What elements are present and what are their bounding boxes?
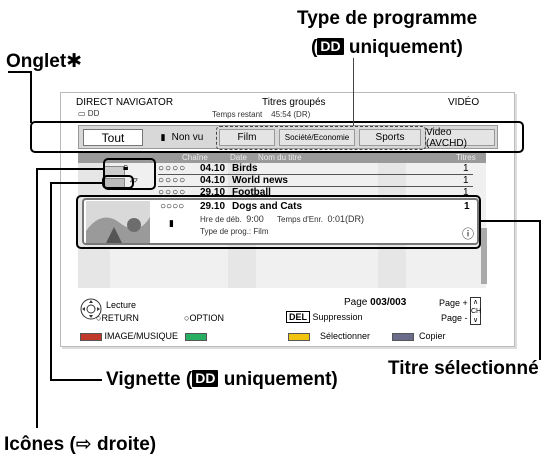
program-type-callout-line2: (DD uniquement): [311, 37, 463, 59]
col-name: Nom du titre: [258, 153, 302, 162]
col-channel: Chaîne: [182, 153, 208, 162]
program-type-leader: [353, 58, 354, 126]
thumbnail-callout: Vignette (DD uniquement): [106, 369, 338, 391]
ch-button[interactable]: ∧ CH ∨: [470, 297, 481, 325]
icons-leader-v: [36, 168, 38, 428]
row-name: World news: [232, 175, 288, 186]
copy-hint[interactable]: Copier: [392, 331, 446, 341]
col-titles: Titres: [456, 153, 476, 162]
media-label: VIDÉO: [448, 97, 480, 108]
page-minus[interactable]: Page -: [441, 313, 468, 323]
ch-label: CH: [471, 308, 482, 315]
tab-leader-h: [8, 71, 32, 73]
play-hint: Lecture: [106, 300, 137, 310]
row-channel: ○○○○: [158, 163, 187, 174]
row-name: Birds: [232, 163, 258, 174]
return-label: RETURN: [101, 313, 139, 323]
page-indicator: Page 003/003: [344, 297, 406, 308]
remaining-label: Temps restant: [212, 110, 263, 119]
row-channel: ○○○○: [158, 175, 187, 186]
table-row[interactable]: ○○○○ 04.10 World news 1: [158, 175, 473, 187]
row-count: 1: [463, 163, 469, 174]
select-hint[interactable]: Sélectionner: [288, 331, 370, 341]
selected-leader-v: [539, 220, 541, 360]
thumbnail-leader-end: [50, 379, 102, 381]
copy-label: Copier: [419, 331, 446, 341]
option-label: OPTION: [189, 313, 224, 323]
row-date: 04.10: [200, 175, 226, 186]
program-type-frame: [216, 126, 426, 150]
row-date: 04.10: [200, 163, 226, 174]
program-type-title: Type de programme: [297, 8, 478, 29]
tab-leader: [30, 71, 32, 123]
return-hint[interactable]: ○RETURN: [96, 313, 139, 323]
selected-title-callout: Titre sélectionné: [388, 358, 539, 379]
row-count: 1: [463, 175, 469, 186]
thumbnail-prefix: Vignette (: [106, 369, 193, 390]
image-music-label: IMAGE/MUSIQUE: [104, 331, 179, 341]
tab-callout: Onglet✱: [6, 51, 83, 72]
thumbnail-suffix: uniquement): [218, 369, 338, 390]
chevron-down-icon: ∨: [472, 317, 479, 324]
thumbnail-frame: [102, 175, 134, 189]
dd-badge: DD: [192, 370, 219, 387]
thumbnail-leader-h: [50, 182, 103, 184]
selected-leader-h: [479, 220, 541, 222]
del-key: DEL: [286, 311, 310, 323]
view-title: Titres groupés: [262, 97, 326, 108]
icons-leader-h: [36, 168, 104, 170]
option-hint[interactable]: ○OPTION: [184, 313, 224, 323]
delete-label: Suppression: [312, 312, 363, 322]
thumbnail-leader-v: [50, 182, 52, 381]
chevron-up-icon: ∧: [472, 299, 479, 306]
blue-button-icon: [392, 332, 414, 341]
drive-icon: ▭: [78, 109, 86, 118]
image-music-hint[interactable]: IMAGE/MUSIQUE: [80, 331, 207, 341]
page-plus[interactable]: Page +: [439, 298, 468, 308]
red-button-icon: [80, 332, 102, 341]
app-title: DIRECT NAVIGATOR: [76, 97, 174, 108]
delete-hint[interactable]: DEL Suppression: [286, 311, 363, 323]
yellow-button-icon: [288, 332, 310, 341]
drive-label: ▭ DD: [78, 109, 99, 118]
selected-frame: [76, 195, 481, 249]
select-label: Sélectionner: [320, 331, 371, 341]
page-value: 003/003: [370, 297, 407, 308]
program-type-suffix: uniquement): [343, 37, 463, 58]
icons-callout: Icônes (⇨ droite): [4, 434, 157, 455]
scrollbar[interactable]: [481, 228, 487, 284]
remaining-value: 45:54 (DR): [271, 110, 311, 119]
col-date: Date: [230, 153, 247, 162]
green-button-icon: [184, 332, 207, 341]
page-label: Page: [344, 297, 368, 308]
table-row[interactable]: ○○○○ 04.10 Birds 1: [158, 163, 473, 175]
remaining-time: Temps restant 45:54 (DR): [212, 110, 310, 119]
program-type-callout: Type de programme: [297, 8, 477, 30]
drive-name: DD: [87, 109, 100, 118]
dd-badge: DD: [317, 38, 344, 55]
